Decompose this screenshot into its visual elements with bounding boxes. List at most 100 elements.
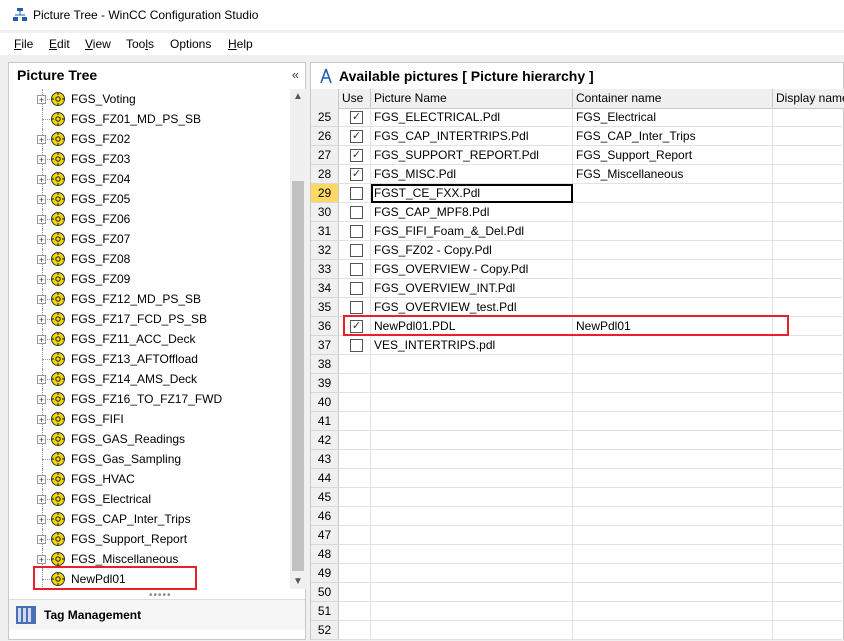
container-name-cell[interactable]	[573, 507, 773, 526]
display-name-cell[interactable]	[773, 222, 844, 241]
tree-item[interactable]: + FGS_FZ07	[9, 229, 289, 249]
row-number[interactable]: 25	[311, 108, 339, 127]
tree-item[interactable]: + FGS_FZ06	[9, 209, 289, 229]
row-number[interactable]: 46	[311, 507, 339, 526]
picture-name-cell[interactable]	[371, 545, 573, 564]
menu-item-2[interactable]: View	[85, 37, 111, 51]
menu-item-1[interactable]: Edit	[49, 37, 70, 51]
table-row[interactable]: 46	[311, 507, 844, 526]
table-row[interactable]: 33 FGS_OVERVIEW - Copy.Pdl	[311, 260, 844, 279]
menu-item-4[interactable]: Options	[170, 37, 211, 51]
display-name-cell[interactable]	[773, 545, 844, 564]
row-number[interactable]: 44	[311, 469, 339, 488]
container-name-cell[interactable]	[573, 336, 773, 355]
expand-icon[interactable]: +	[37, 555, 46, 565]
table-row[interactable]: 37 VES_INTERTRIPS.pdl	[311, 336, 844, 355]
display-name-cell[interactable]	[773, 355, 844, 374]
container-name-cell[interactable]	[573, 412, 773, 431]
expand-icon[interactable]: +	[37, 475, 46, 485]
table-row[interactable]: 30 FGS_CAP_MPF8.Pdl	[311, 203, 844, 222]
expand-icon[interactable]: +	[37, 95, 46, 105]
display-name-cell[interactable]	[773, 374, 844, 393]
expand-icon[interactable]: +	[37, 295, 46, 305]
picture-name-cell[interactable]	[371, 507, 573, 526]
row-number[interactable]: 47	[311, 526, 339, 545]
container-name-cell[interactable]	[573, 545, 773, 564]
picture-name-cell[interactable]: FGS_FIFI_Foam_&_Del.Pdl	[371, 222, 573, 241]
tag-management-section[interactable]: Tag Management	[9, 599, 305, 630]
row-number[interactable]: 27	[311, 146, 339, 165]
picture-name-cell[interactable]: FGS_OVERVIEW_INT.Pdl	[371, 279, 573, 298]
expand-icon[interactable]: +	[37, 395, 46, 405]
row-number[interactable]: 45	[311, 488, 339, 507]
picture-name-cell[interactable]	[371, 488, 573, 507]
display-name-cell[interactable]	[773, 412, 844, 431]
picture-name-cell[interactable]: FGS_CAP_INTERTRIPS.Pdl	[371, 127, 573, 146]
container-name-cell[interactable]	[573, 279, 773, 298]
row-number[interactable]: 33	[311, 260, 339, 279]
row-number[interactable]: 39	[311, 374, 339, 393]
use-checkbox[interactable]	[350, 339, 363, 352]
row-number[interactable]: 50	[311, 583, 339, 602]
expand-icon[interactable]: +	[37, 495, 46, 505]
expand-icon[interactable]: +	[37, 175, 46, 185]
picture-name-cell[interactable]: FGS_ELECTRICAL.Pdl	[371, 108, 573, 127]
tree-item[interactable]: + FGS_FZ12_MD_PS_SB	[9, 289, 289, 309]
use-checkbox[interactable]: ✓	[350, 149, 363, 162]
table-row[interactable]: 31 FGS_FIFI_Foam_&_Del.Pdl	[311, 222, 844, 241]
row-number[interactable]: 32	[311, 241, 339, 260]
table-row[interactable]: 41	[311, 412, 844, 431]
expand-icon[interactable]: +	[37, 255, 46, 265]
table-row[interactable]: 26 ✓ FGS_CAP_INTERTRIPS.Pdl FGS_CAP_Inter_T…	[311, 127, 844, 146]
tree-item[interactable]: + FGS_GAS_Readings	[9, 429, 289, 449]
expand-icon[interactable]: +	[37, 155, 46, 165]
display-name-cell[interactable]	[773, 431, 844, 450]
tree-item[interactable]: + FGS_FZ16_TO_FZ17_FWD	[9, 389, 289, 409]
table-row[interactable]: 44	[311, 469, 844, 488]
tree-item[interactable]: + FGS_FZ02	[9, 129, 289, 149]
container-name-cell[interactable]	[573, 621, 773, 640]
row-number[interactable]: 38	[311, 355, 339, 374]
row-number[interactable]: 52	[311, 621, 339, 640]
container-name-cell[interactable]	[573, 374, 773, 393]
table-row[interactable]: 29 FGST_CE_FXX.Pdl	[311, 184, 844, 203]
table-row[interactable]: 28 ✓ FGS_MISC.Pdl FGS_Miscellaneous	[311, 165, 844, 184]
tree-item[interactable]: + FGS_Voting	[9, 89, 289, 109]
display-name-cell[interactable]	[773, 507, 844, 526]
display-name-cell[interactable]	[773, 203, 844, 222]
picture-name-cell[interactable]	[371, 412, 573, 431]
use-checkbox[interactable]	[350, 244, 363, 257]
tree-item[interactable]: + FGS_Support_Report	[9, 529, 289, 549]
container-name-cell[interactable]	[573, 184, 773, 203]
scroll-up-icon[interactable]: ▲	[293, 91, 303, 102]
table-row[interactable]: 48	[311, 545, 844, 564]
row-number[interactable]: 26	[311, 127, 339, 146]
use-checkbox[interactable]	[350, 187, 363, 200]
scroll-down-icon[interactable]: ▼	[293, 576, 303, 587]
container-name-cell[interactable]	[573, 583, 773, 602]
container-name-cell[interactable]	[573, 241, 773, 260]
tree-item[interactable]: FGS_FZ01_MD_PS_SB	[9, 109, 289, 129]
display-name-cell[interactable]	[773, 336, 844, 355]
expand-icon[interactable]: +	[37, 315, 46, 325]
picture-name-cell[interactable]	[371, 526, 573, 545]
display-name-cell[interactable]	[773, 146, 844, 165]
use-checkbox[interactable]	[350, 225, 363, 238]
tree-item[interactable]: + FGS_FZ11_ACC_Deck	[9, 329, 289, 349]
row-number[interactable]: 37	[311, 336, 339, 355]
use-checkbox[interactable]	[350, 263, 363, 276]
picture-name-cell[interactable]	[371, 355, 573, 374]
picture-name-cell[interactable]	[371, 393, 573, 412]
display-name-cell[interactable]	[773, 108, 844, 127]
row-number[interactable]: 28	[311, 165, 339, 184]
display-name-cell[interactable]	[773, 526, 844, 545]
picture-name-cell[interactable]	[371, 469, 573, 488]
tree-scrollbar[interactable]: ▲ ▼	[290, 89, 306, 589]
row-number[interactable]: 31	[311, 222, 339, 241]
scroll-thumb[interactable]	[292, 181, 304, 571]
tree-item[interactable]: + FGS_FZ17_FCD_PS_SB	[9, 309, 289, 329]
display-name-cell[interactable]	[773, 602, 844, 621]
col-header-display-name[interactable]: Display name	[773, 89, 844, 108]
col-header-use[interactable]: Use	[339, 89, 371, 108]
display-name-cell[interactable]	[773, 184, 844, 203]
